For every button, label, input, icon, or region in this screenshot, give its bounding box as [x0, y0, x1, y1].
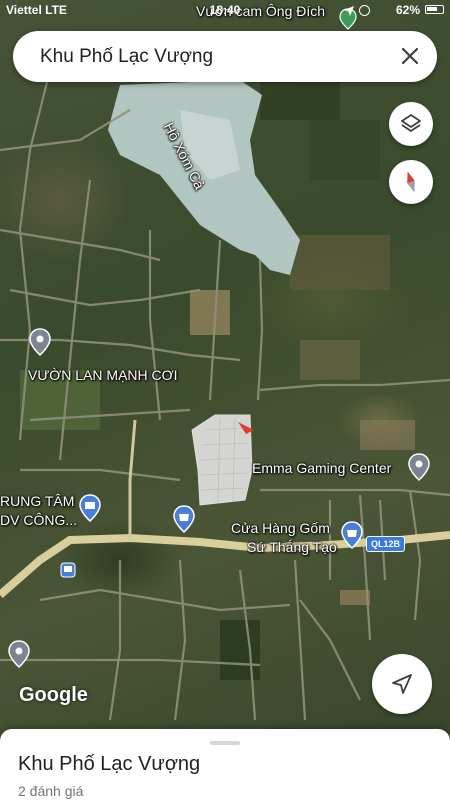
place-pin-icon[interactable] — [408, 453, 430, 481]
review-count[interactable]: 2 đánh giá — [18, 783, 83, 799]
place-pin-icon[interactable] — [29, 328, 51, 356]
battery-percent: 62% — [395, 3, 420, 17]
trung-tam-label-line2: DV CÔNG... — [0, 512, 78, 528]
shopping-pin-icon[interactable] — [341, 521, 363, 549]
place-pin-icon[interactable] — [8, 640, 30, 668]
emma-gaming-label: Emma Gaming Center — [252, 460, 392, 476]
search-query[interactable]: Khu Phố Lạc Vượng — [40, 46, 213, 68]
cua-hang-label-line1: Cửa Hàng Gốm — [231, 520, 330, 536]
my-location-button[interactable] — [372, 654, 432, 714]
trung-tam-label-line1: RUNG TÂM — [0, 493, 75, 509]
google-logo: Google — [19, 684, 88, 706]
route-shield: QL12B — [366, 536, 406, 552]
compass-icon — [407, 171, 415, 193]
service-pin-icon[interactable] — [79, 494, 101, 522]
vuon-lan-label: VƯỜN LAN MẠNH CƠI — [28, 367, 178, 383]
layers-icon — [401, 114, 421, 132]
drag-handle[interactable] — [210, 741, 240, 745]
close-icon[interactable] — [399, 45, 421, 67]
bus-stop-icon[interactable] — [60, 562, 76, 578]
place-name: Khu Phố Lạc Vượng — [18, 753, 201, 775]
location-arrow-icon — [344, 6, 354, 16]
shopping-pin-icon[interactable] — [173, 505, 195, 533]
alarm-icon — [359, 5, 370, 16]
compass-button[interactable] — [389, 160, 433, 204]
place-bottom-sheet[interactable]: Khu Phố Lạc Vượng 2 đánh giá — [0, 729, 450, 809]
cua-hang-label-line2: Sứ Thắng Tạo — [247, 539, 337, 555]
layers-button[interactable] — [389, 102, 433, 146]
status-bar: Viettel LTE 18:40 62% — [0, 0, 450, 22]
search-bar[interactable]: Khu Phố Lạc Vượng — [13, 31, 437, 82]
navigation-arrow-icon — [392, 674, 412, 694]
clock: 18:40 — [209, 3, 241, 17]
battery-icon — [425, 5, 444, 14]
satellite-map[interactable]: Vườn cam Ông Đích Hồ Xóm Cả VƯỜN LAN MẠN… — [0, 0, 450, 740]
